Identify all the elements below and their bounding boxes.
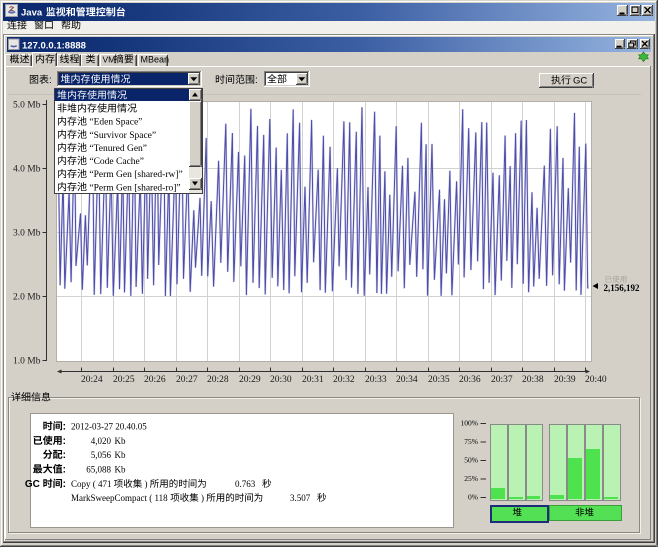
svg-text:“Perm Gen [shared-ro]”: “Perm Gen [shared-ro]” xyxy=(87,183,181,193)
svg-text:2,156,192: 2,156,192 xyxy=(604,283,641,293)
svg-text:20:25: 20:25 xyxy=(113,375,135,385)
svg-text:MarkSweepCompact ( 118: MarkSweepCompact ( 118 xyxy=(71,493,170,503)
svg-text:20:24: 20:24 xyxy=(81,375,103,385)
svg-text:20:38: 20:38 xyxy=(522,375,544,385)
svg-text:20:35: 20:35 xyxy=(428,375,450,385)
svg-text:“Perm Gen [shared-rw]”: “Perm Gen [shared-rw]” xyxy=(87,170,183,180)
svg-text:2012-03-27 20.40.05: 2012-03-27 20.40.05 xyxy=(71,422,147,432)
svg-text:Kb: Kb xyxy=(115,465,126,475)
svg-text:127.0.0.1:8888: 127.0.0.1:8888 xyxy=(22,41,86,52)
svg-text:3.507: 3.507 xyxy=(290,493,311,503)
svg-text:20:40: 20:40 xyxy=(585,375,607,385)
svg-text:Java: Java xyxy=(21,8,45,19)
svg-text:20:33: 20:33 xyxy=(365,375,387,385)
svg-text:“Eden Space”: “Eden Space” xyxy=(87,118,142,128)
svg-text:VM: VM xyxy=(103,55,116,65)
svg-text:75%: 75% xyxy=(464,437,478,446)
svg-text:Copy ( 471: Copy ( 471 xyxy=(71,479,114,489)
svg-text:0.763: 0.763 xyxy=(235,479,256,489)
svg-text:2.0 Mb: 2.0 Mb xyxy=(13,293,41,303)
svg-text:1.0 Mb: 1.0 Mb xyxy=(13,357,41,367)
svg-text::: : xyxy=(63,465,66,476)
svg-text:20:36: 20:36 xyxy=(459,375,481,385)
svg-text:20:28: 20:28 xyxy=(207,375,229,385)
svg-text:5.0 Mb: 5.0 Mb xyxy=(13,101,41,111)
svg-text:): ) xyxy=(199,493,207,503)
svg-text:20:34: 20:34 xyxy=(396,375,418,385)
svg-text:GC: GC xyxy=(573,76,587,87)
svg-text:MBean: MBean xyxy=(141,55,170,65)
svg-text:50%: 50% xyxy=(464,456,478,465)
svg-text:20:27: 20:27 xyxy=(176,375,198,385)
svg-text:“Code Cache”: “Code Cache” xyxy=(87,157,144,167)
svg-text:4.0 Mb: 4.0 Mb xyxy=(13,165,41,175)
svg-text::: : xyxy=(63,479,66,490)
svg-text:4,020: 4,020 xyxy=(91,436,112,446)
svg-text:0%: 0% xyxy=(468,493,478,502)
svg-text:20:31: 20:31 xyxy=(302,375,324,385)
svg-text:25%: 25% xyxy=(464,474,478,483)
svg-text:“Survivor Space”: “Survivor Space” xyxy=(87,131,156,141)
svg-text:“Tenured Gen”: “Tenured Gen” xyxy=(87,144,147,154)
svg-text:20:26: 20:26 xyxy=(144,375,166,385)
svg-text:20:37: 20:37 xyxy=(491,375,513,385)
svg-text::: : xyxy=(63,422,66,433)
svg-text:100%: 100% xyxy=(461,419,479,428)
svg-text::: : xyxy=(63,436,66,447)
svg-text::: : xyxy=(49,75,52,86)
svg-text:20:30: 20:30 xyxy=(270,375,292,385)
svg-text:20:32: 20:32 xyxy=(333,375,355,385)
svg-text:5,056: 5,056 xyxy=(91,450,112,460)
svg-text::: : xyxy=(255,75,258,86)
svg-text:65,088: 65,088 xyxy=(86,465,111,475)
svg-text:GC: GC xyxy=(25,479,43,490)
svg-text:20:29: 20:29 xyxy=(239,375,261,385)
svg-text:Kb: Kb xyxy=(115,450,126,460)
svg-text:): ) xyxy=(142,479,150,489)
svg-text:3.0 Mb: 3.0 Mb xyxy=(13,229,41,239)
svg-text:Kb: Kb xyxy=(115,436,126,446)
svg-text:20:39: 20:39 xyxy=(554,375,576,385)
svg-text::: : xyxy=(63,450,66,461)
